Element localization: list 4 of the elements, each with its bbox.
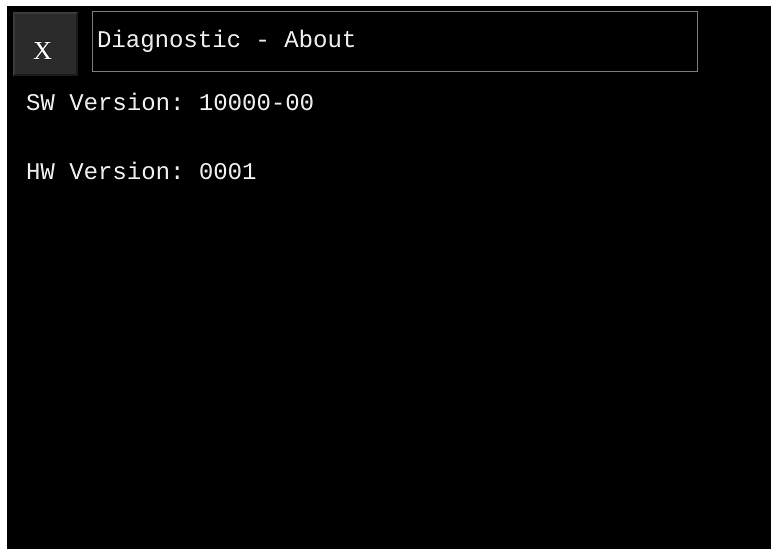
close-button[interactable]: X <box>13 12 78 76</box>
info-text: SW Version: 10000-00 <box>26 93 314 117</box>
info-text: HW Version: 0001 <box>26 162 256 186</box>
window-title: Diagnostic - About <box>97 30 356 54</box>
